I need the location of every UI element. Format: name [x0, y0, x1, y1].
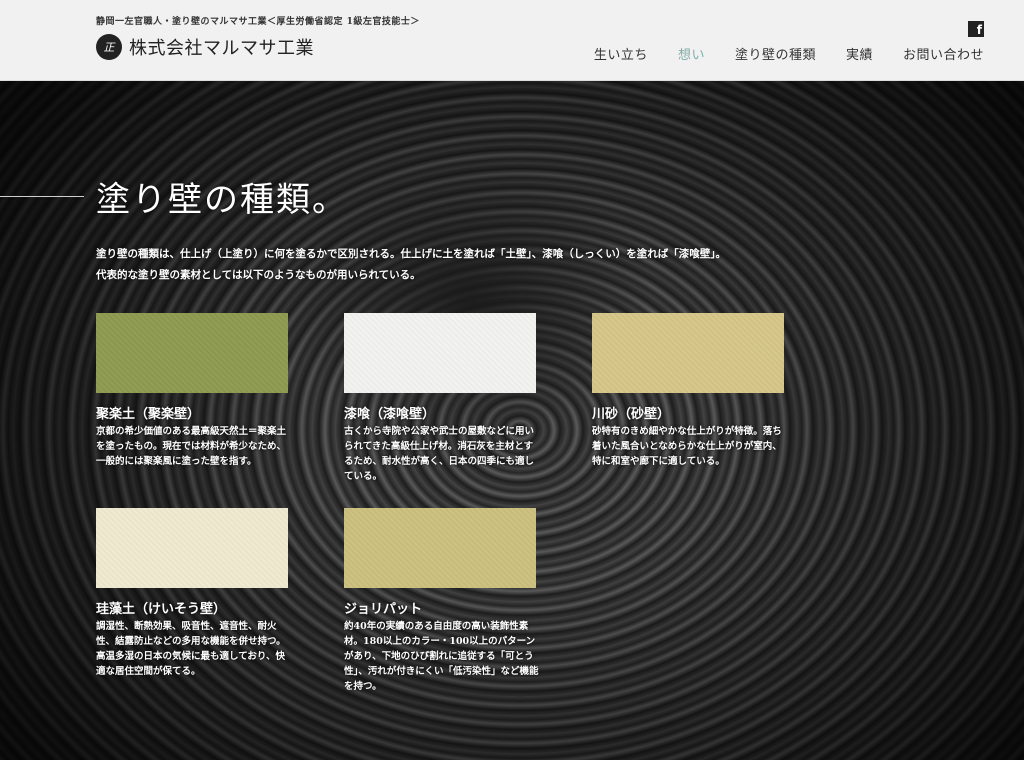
site-header: 静岡一左官職人・塗り壁のマルマサ工業＜厚生労働省認定 1級左官技能士＞ 正 株式… [0, 0, 1024, 81]
wall-type-card-jolypate: ジョリパット 約40年の実績のある自由度の高い装飾性素材。180以上のカラー・1… [344, 508, 540, 694]
page-title: 塗り壁の種類。 [96, 180, 348, 220]
card-title: ジョリパット [344, 602, 423, 617]
site-logo[interactable]: 正 株式会社マルマサ工業 [96, 34, 314, 60]
nav-history[interactable]: 生い立ち [594, 44, 648, 63]
title-divider [0, 196, 84, 197]
wall-type-card-keisoudo: 珪藻土（けいそう壁） 調湿性、断熱効果、吸音性、遮音性、耐火性、結露防止などの多… [96, 508, 292, 679]
nav-works[interactable]: 実績 [846, 44, 873, 63]
card-description: 約40年の実績のある自由度の高い装飾性素材。180以上のカラー・100以上のパタ… [344, 621, 539, 692]
wall-type-card-kawasuna: 川砂（砂壁） 砂特有のきめ細やかな仕上がりが特徴。落ち着いた風合いとなめらかな仕… [592, 313, 788, 469]
company-name: 株式会社マルマサ工業 [129, 38, 314, 59]
wall-swatch-image [344, 508, 536, 588]
nav-philosophy[interactable]: 想い [678, 44, 705, 63]
card-description: 調湿性、断熱効果、吸音性、遮音性、耐火性、結露防止などの多用な機能を併せ持つ。高… [96, 621, 286, 677]
nav-wall-types[interactable]: 塗り壁の種類 [735, 44, 816, 63]
card-description: 砂特有のきめ細やかな仕上がりが特徴。落ち着いた風合いとなめらかな仕上がりが室内、… [592, 426, 782, 467]
wall-type-card-shikkui: 漆喰（漆喰壁） 古くから寺院や公家や武士の屋敷などに用いられてきた高級仕上げ材。… [344, 313, 540, 484]
card-description: 京都の希少価値のある最高級天然土＝聚楽土を塗ったもの。現在では材料が希少なため、… [96, 426, 287, 467]
card-title: 漆喰（漆喰壁） [344, 407, 436, 422]
logo-mark-icon: 正 [96, 34, 122, 60]
intro-text: 塗り壁の種類は、仕上げ（上塗り）に何を塗るかで区別される。仕上げに土を塗れば「土… [96, 244, 816, 286]
intro-line-2: 代表的な塗り壁の素材としては以下のようなものが用いられている。 [96, 269, 421, 281]
card-title: 珪藻土（けいそう壁） [96, 602, 227, 617]
main-nav: 生い立ち 想い 塗り壁の種類 実績 お問い合わせ [564, 44, 984, 63]
nav-contact[interactable]: お問い合わせ [903, 44, 984, 63]
wall-type-card-juraku: 聚楽土（聚楽壁） 京都の希少価値のある最高級天然土＝聚楽土を塗ったもの。現在では… [96, 313, 292, 469]
wall-swatch-image [96, 313, 288, 393]
card-description: 古くから寺院や公家や武士の屋敷などに用いられてきた高級仕上げ材。消石灰を主材とす… [344, 426, 535, 482]
wall-swatch-image [96, 508, 288, 588]
card-title: 聚楽土（聚楽壁） [96, 407, 201, 422]
header-tagline: 静岡一左官職人・塗り壁のマルマサ工業＜厚生労働省認定 1級左官技能士＞ [96, 17, 420, 27]
facebook-icon[interactable]: f [968, 21, 984, 37]
card-title: 川砂（砂壁） [592, 407, 671, 422]
wall-swatch-image [592, 313, 784, 393]
wall-swatch-image [344, 313, 536, 393]
intro-line-1: 塗り壁の種類は、仕上げ（上塗り）に何を塗るかで区別される。仕上げに土を塗れば「土… [96, 248, 726, 260]
